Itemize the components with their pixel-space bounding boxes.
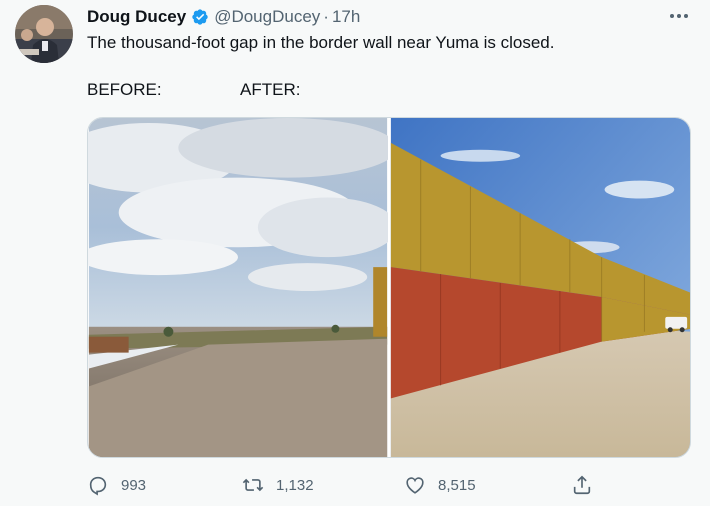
retweet-button[interactable]: 1,132: [242, 472, 314, 498]
author-handle[interactable]: @DougDucey: [214, 6, 320, 28]
tweet-media[interactable]: [87, 117, 691, 458]
reply-count: 993: [121, 476, 147, 494]
verified-badge-icon: [192, 9, 208, 25]
share-button[interactable]: [571, 472, 605, 498]
like-icon: [406, 477, 424, 494]
more-options-button[interactable]: [668, 6, 690, 26]
avatar[interactable]: [15, 5, 73, 63]
tweet-header: Doug Ducey @DougDucey · 17h: [87, 6, 690, 28]
timestamp[interactable]: 17h: [332, 6, 360, 28]
share-icon: [573, 475, 591, 495]
avatar-photo: [15, 5, 73, 63]
like-count: 8,515: [438, 476, 476, 494]
retweet-count: 1,132: [276, 476, 314, 494]
separator-dot: ·: [323, 7, 329, 26]
after-photo[interactable]: [390, 118, 691, 457]
tweet: Doug Ducey @DougDucey · 17h The thousand…: [0, 0, 710, 506]
retweet-icon: [242, 478, 264, 492]
label-before: BEFORE:: [87, 80, 162, 99]
more-options-icon: [670, 14, 688, 18]
tweet-text: The thousand-foot gap in the border wall…: [87, 33, 555, 52]
reply-icon: [89, 476, 107, 496]
reply-button[interactable]: 993: [87, 472, 146, 498]
like-button[interactable]: 8,515: [404, 472, 476, 498]
label-after: AFTER:: [240, 80, 301, 99]
before-photo[interactable]: [88, 118, 388, 457]
tweet-actions: 993 1,132 8,515: [87, 470, 691, 500]
author-name[interactable]: Doug Ducey: [87, 6, 186, 28]
